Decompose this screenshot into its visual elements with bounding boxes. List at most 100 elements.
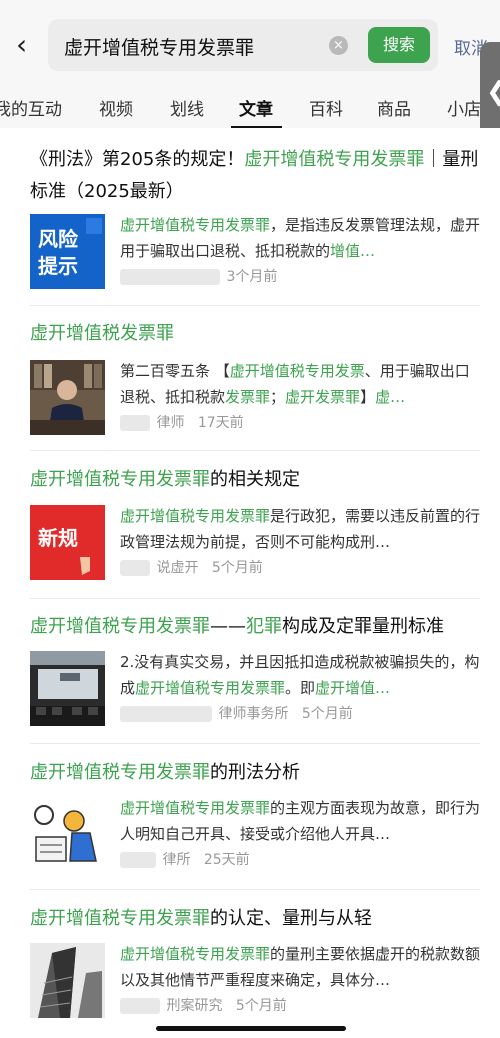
highlighted-keyword: 虚开增值税专用发票罪 [30, 616, 210, 637]
blurred-source [120, 998, 160, 1014]
divider [30, 305, 480, 306]
article-source: 说虚开 [156, 560, 199, 576]
highlighted-keyword: 虚开增值税专用发票罪 [120, 945, 271, 963]
article-title[interactable]: 虚开增值税专用发票罪——犯罪构成及定罪量刑标准 [30, 611, 482, 643]
highlighted-keyword: 增值… [330, 242, 376, 260]
invoice-cartoon-image [30, 797, 105, 872]
thumb-text-line1: 风险 [38, 227, 79, 251]
article-meta: 律师事务所 5个月前 [120, 703, 353, 725]
blurred-source [120, 706, 212, 722]
highlighted-keyword: 虚开增值税专用发票罪 [30, 908, 210, 929]
text-segment: 第二百零五条 【 [120, 362, 230, 380]
text-segment: 构成及定罪量刑标准 [282, 616, 444, 637]
article-title[interactable]: 《刑法》第205条的规定！虚开增值税专用发票罪｜量刑标准（2025最新） [30, 144, 482, 208]
divider [30, 743, 480, 744]
highlighted-keyword: 虚开增值税专用发票罪 [30, 762, 210, 783]
article-thumbnail [30, 360, 105, 435]
divider [30, 889, 480, 890]
article-list: 《刑法》第205条的规定！虚开增值税专用发票罪｜量刑标准（2025最新） 风险 … [0, 128, 500, 1038]
text-segment: 的认定、量刑与从轻 [210, 908, 372, 929]
highlighted-keyword: 虚开增值税专用发票罪 [120, 216, 271, 234]
article-source: 律所 [162, 852, 191, 868]
office-lobby-image [30, 651, 105, 726]
article-thumbnail [30, 943, 105, 1018]
tab-videos[interactable]: 视频 [99, 95, 133, 120]
list-item[interactable]: 虚开增值税专用发票罪的刑法分析 虚开增值税专用发票罪的主观方面表现为故意，即行为… [30, 757, 482, 872]
article-snippet: 虚开增值税专用发票罪的主观方面表现为故意，即行为人明知自己开具、接受或介绍他人开… [120, 795, 482, 847]
article-time: 3个月前 [226, 269, 278, 285]
article-snippet: 虚开增值税专用发票罪的量刑主要依据虚开的税款数额以及其他情节严重程度来确定，具体… [120, 941, 482, 993]
text-segment: —— [210, 616, 246, 637]
article-title[interactable]: 虚开增值税专用发票罪的相关规定 [30, 464, 482, 496]
thumb-text: 新规 [38, 526, 78, 550]
article-time: 5个月前 [301, 706, 353, 722]
side-panel-handle[interactable]: ❮ [480, 42, 500, 142]
new-regulation-image: 新规 [30, 505, 105, 580]
highlighted-keyword: 发票罪 [225, 388, 271, 406]
skyscraper-image [30, 943, 105, 1018]
text-segment: 的刑法分析 [210, 762, 300, 783]
thumb-text-line2: 提示 [38, 254, 78, 278]
article-time: 5个月前 [211, 560, 263, 576]
highlighted-keyword: 虚开增值税专用发票罪 [120, 507, 271, 525]
highlighted-keyword: 虚开增值税专用发票罪 [30, 469, 210, 490]
highlighted-keyword: 虚开增值… [315, 679, 391, 697]
article-meta: 3个月前 [120, 266, 277, 288]
tab-bar: 我的互动 视频 划线 文章 百科 商品 小店 [0, 90, 500, 128]
list-item[interactable]: 《刑法》第205条的规定！虚开增值税专用发票罪｜量刑标准（2025最新） 风险 … [30, 144, 482, 289]
text-segment: ； [270, 388, 286, 406]
risk-warning-image: 风险 提示 [30, 214, 105, 289]
highlighted-keyword: 虚开发票罪 [285, 388, 361, 406]
article-thumbnail: 新规 [30, 505, 105, 580]
article-title[interactable]: 虚开增值税发票罪 [30, 318, 482, 350]
article-snippet: 第二百零五条 【虚开增值税专用发票、用于骗取出口退税、抵扣税款发票罪；虚开发票罪… [120, 358, 482, 410]
highlighted-keyword: 虚开增值税专用发票罪 [120, 799, 271, 817]
article-meta: 刑案研究 5个月前 [120, 995, 287, 1017]
list-item[interactable]: 虚开增值税专用发票罪的认定、量刑与从轻 虚开增值税专用发票罪的量刑主要依据虚开的… [30, 903, 482, 1018]
tab-articles[interactable]: 文章 [239, 95, 273, 120]
article-thumbnail: 风险 提示 [30, 214, 105, 289]
blurred-source [120, 852, 156, 868]
article-source: 律师 [156, 415, 185, 431]
tab-highlights[interactable]: 划线 [170, 95, 204, 120]
clear-icon[interactable]: × [329, 36, 348, 55]
highlighted-keyword: 虚… [375, 388, 406, 406]
article-title[interactable]: 虚开增值税专用发票罪的刑法分析 [30, 757, 482, 789]
text-segment: 】 [360, 388, 376, 406]
tab-shops[interactable]: 小店 [447, 95, 481, 120]
tab-my-interactions[interactable]: 我的互动 [0, 95, 62, 120]
article-meta: 律所 25天前 [120, 849, 250, 871]
article-snippet: 虚开增值税专用发票罪，是指违反发票管理法规，虚开用于骗取出口退税、抵扣税款的增值… [120, 212, 482, 264]
search-input[interactable]: 虚开增值税专用发票罪 [64, 33, 254, 60]
lawyer-photo-image [30, 360, 105, 435]
top-bar: ‹ 虚开增值税专用发票罪 × 搜索 取消 [0, 0, 500, 90]
blurred-source [120, 415, 150, 431]
article-time: 17天前 [197, 415, 244, 431]
list-item[interactable]: 虚开增值税发票罪 第二百零五条 【虚开增值税专用发票、用于骗取出口退税、抵扣税款… [30, 318, 482, 435]
list-item[interactable]: 虚开增值税专用发票罪的相关规定 新规 虚开增值税专用发票罪是行政犯，需要以违反前… [30, 464, 482, 580]
article-snippet: 2.没有真实交易，并且因抵扣造成税款被骗损失的，构成虚开增值税专用发票罪。即虚开… [120, 649, 482, 701]
article-title[interactable]: 虚开增值税专用发票罪的认定、量刑与从轻 [30, 903, 482, 935]
highlighted-keyword: 虚开增值税专用发票 [229, 362, 365, 380]
article-time: 5个月前 [235, 998, 287, 1014]
back-arrow-icon[interactable]: ‹ [16, 30, 38, 60]
article-snippet: 虚开增值税专用发票罪是行政犯，需要以违反前置的行政管理法规为前提，否则不可能构成… [120, 503, 482, 555]
search-button[interactable]: 搜索 [368, 27, 430, 63]
search-box[interactable]: 虚开增值税专用发票罪 × 搜索 [48, 19, 438, 71]
highlighted-keyword: 虚开增值税发票罪 [30, 323, 174, 344]
highlighted-keyword: 犯罪 [246, 616, 282, 637]
home-indicator [156, 1026, 346, 1031]
article-thumbnail [30, 651, 105, 726]
list-item[interactable]: 虚开增值税专用发票罪——犯罪构成及定罪量刑标准 2.没有真实交易，并且因抵扣造成… [30, 611, 482, 726]
article-source: 律师事务所 [218, 706, 289, 722]
divider [30, 450, 480, 451]
blurred-source [120, 560, 150, 576]
text-segment: 的相关规定 [210, 469, 300, 490]
text-segment: 。即 [285, 679, 316, 697]
blurred-source [120, 269, 220, 285]
tab-products[interactable]: 商品 [377, 95, 411, 120]
tab-encyclopedia[interactable]: 百科 [309, 95, 343, 120]
divider [30, 598, 480, 599]
highlighted-keyword: 虚开增值税专用发票罪 [135, 679, 286, 697]
article-meta: 律师 17天前 [120, 412, 244, 434]
